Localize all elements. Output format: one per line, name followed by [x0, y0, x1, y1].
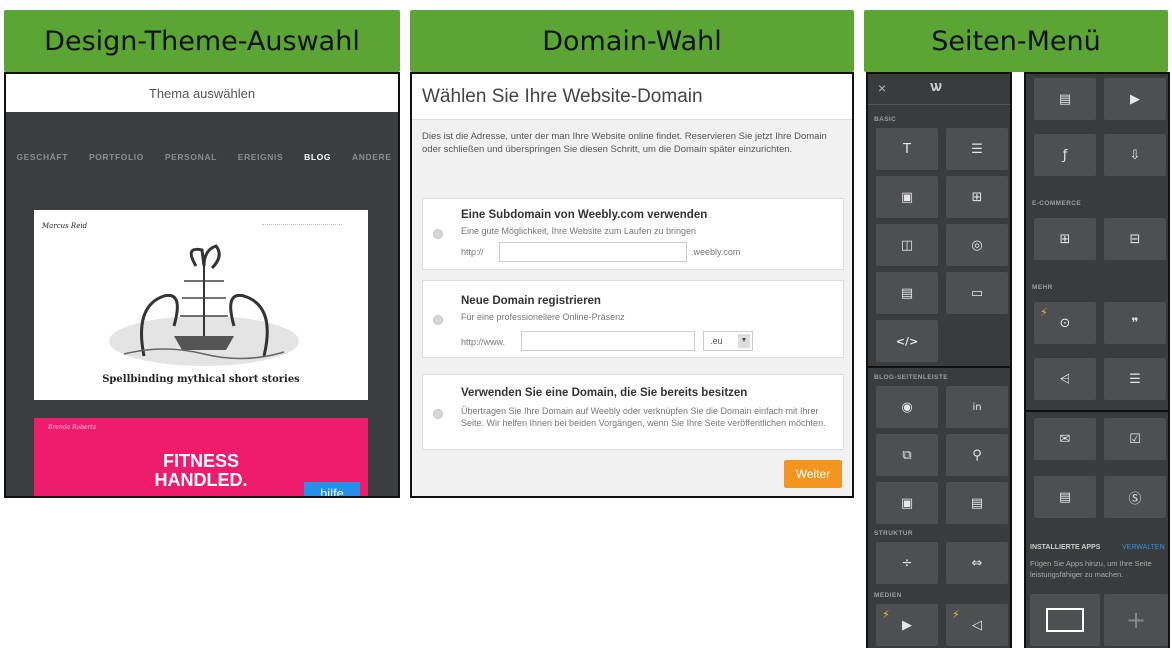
sidebar-basic: × ѡ BASIC T ☰ ▣ ⊞ ◫ ◎ ▤ ▭ </> [866, 72, 1012, 370]
add-app-button[interactable]: + [1104, 594, 1168, 646]
theme-card-mythical[interactable]: Marcus Reid Spellbinding mythical short … [34, 210, 368, 400]
badge-element-icon[interactable]: ⚲ [946, 434, 1008, 476]
divider [868, 104, 1010, 105]
domain-intro-text: Dies ist die Adresse, unter der man Ihre… [422, 131, 827, 155]
document-element-icon[interactable]: ▤ [1034, 78, 1096, 120]
theme-card-nav [262, 224, 342, 226]
close-icon[interactable]: × [878, 80, 886, 96]
section-structure-label: STRUKTUR [874, 530, 913, 537]
theme-card-caption: Spellbinding mythical short stories [102, 374, 300, 385]
categories-element-icon[interactable]: ▣ [876, 482, 938, 524]
page-menu-header: Seiten-Menü [864, 10, 1168, 72]
app-placeholder-icon [1046, 608, 1084, 632]
register-subtitle: Für eine professionellere Online-Präsenz [461, 312, 625, 322]
sidebar-apps: ✉ ☑ ▤ Ⓢ INSTALLIERTE APPS VERWALTEN Füge… [1024, 410, 1170, 648]
quote-element-icon[interactable]: ❞ [1104, 302, 1166, 344]
tab-category-business[interactable]: GESCHÄFT [16, 152, 68, 162]
file-element-icon[interactable]: ⇩ [1104, 134, 1166, 176]
section-ecommerce-label: E-COMMERCE [1032, 200, 1082, 207]
store-element-icon[interactable]: ⊟ [1104, 218, 1166, 260]
image-element-icon[interactable]: ▣ [876, 176, 938, 218]
button-element-icon[interactable]: ▭ [946, 272, 1008, 314]
product-element-icon[interactable]: ⊞ [1034, 218, 1096, 260]
chevron-down-icon: ▼ [738, 334, 750, 348]
theme-selection-panel: Thema auswählen GESCHÄFT PORTFOLIO PERSO… [4, 72, 400, 498]
existing-title: Verwenden Sie eine Domain, die Sie berei… [461, 387, 748, 399]
code-element-icon[interactable]: </> [876, 320, 938, 362]
contact-element-icon[interactable]: ▤ [1034, 476, 1096, 518]
tld-select[interactable]: .eu ▼ [703, 331, 753, 351]
video-element-icon[interactable]: ⚡ ▶ [876, 604, 938, 646]
domain-title: Wählen Sie Ihre Website-Domain [412, 74, 852, 120]
social-element-icon[interactable]: ⩤ [1034, 358, 1096, 400]
option-subdomain[interactable]: Eine Subdomain von Weebly.com verwenden … [422, 198, 844, 270]
section-basic-label: BASIC [874, 116, 897, 123]
flickr-element-icon[interactable]: ◉ [876, 386, 938, 428]
tab-category-event[interactable]: EREIGNIS [238, 152, 283, 162]
email-element-icon[interactable]: ✉ [1034, 418, 1096, 460]
gallery-element-icon[interactable]: ⊞ [946, 176, 1008, 218]
theme-card2-author: Brenda Roberts [48, 424, 96, 431]
manage-apps-link[interactable]: VERWALTEN [1122, 544, 1165, 551]
tab-category-other[interactable]: ANDERE [352, 152, 392, 162]
apps-help-text: Fügen Sie Apps hinzu, um Ihre Seite leis… [1030, 559, 1152, 579]
search-element-icon[interactable]: ⚡ ⊙ [1034, 302, 1096, 344]
tab-category-blog[interactable]: BLOG [304, 152, 331, 162]
flash-element-icon[interactable]: ƒ [1034, 134, 1096, 176]
subdomain-title: Eine Subdomain von Weebly.com verwenden [461, 209, 708, 221]
register-title: Neue Domain registrieren [461, 295, 601, 307]
section-media-label: MEDIEN [874, 592, 902, 599]
existing-subtitle: Übertragen Sie Ihre Domain auf Weebly od… [461, 406, 826, 428]
theme-card-fitness[interactable]: Brenda Roberts FITNESS HANDLED. hilfe [34, 418, 368, 496]
spacer-element-icon[interactable]: ⇔ [946, 542, 1008, 584]
subdomain-subtitle: Eine gute Möglichkeit, Ihre Website zum … [461, 226, 696, 236]
installed-app-tile[interactable] [1030, 594, 1100, 646]
register-prefix: http://www. [461, 337, 506, 347]
weebly-logo-icon: ѡ [930, 78, 942, 95]
archive-element-icon[interactable]: ⧉ [876, 434, 938, 476]
domain-header: Domain-Wahl [410, 10, 854, 72]
register-domain-input[interactable] [521, 331, 695, 351]
theme-category-tabs: GESCHÄFT PORTFOLIO PERSONAL EREIGNIS BLO… [6, 152, 398, 162]
section-more-label: MEHR [1032, 284, 1053, 291]
tab-category-portfolio[interactable]: PORTFOLIO [89, 152, 144, 162]
domain-selection-panel: Wählen Sie Ihre Website-Domain Dies ist … [410, 72, 854, 498]
option-existing-domain[interactable]: Verwenden Sie eine Domain, die Sie berei… [422, 374, 844, 450]
existing-radio[interactable] [433, 409, 443, 419]
theme-card-author: Marcus Reid [42, 222, 88, 230]
slideshow-element-icon[interactable]: ◫ [876, 224, 938, 266]
form-element-icon[interactable]: ☰ [1104, 358, 1166, 400]
octopus-ship-illustration [109, 244, 299, 366]
subdomain-input[interactable] [499, 242, 687, 262]
lightning-icon: ⚡ [882, 608, 890, 621]
option-register-domain[interactable]: Neue Domain registrieren Für eine profes… [422, 280, 844, 358]
lightning-icon: ⚡ [1040, 306, 1048, 319]
section-blog-label: BLOG-SEITENLEISTE [874, 374, 948, 381]
youtube-element-icon[interactable]: ▶ [1104, 78, 1166, 120]
text-element-icon[interactable]: ☰ [946, 128, 1008, 170]
divider-element-icon[interactable]: ÷ [876, 542, 938, 584]
subdomain-radio[interactable] [433, 229, 443, 239]
linkedin-element-icon[interactable]: in [946, 386, 1008, 428]
posts-element-icon[interactable]: ▤ [946, 482, 1008, 524]
register-radio[interactable] [433, 315, 443, 325]
rss-element-icon[interactable]: Ⓢ [1104, 476, 1166, 518]
sidebar-more: ▤ ▶ ƒ ⇩ E-COMMERCE ⊞ ⊟ MEHR ⚡ ⊙ ❞ ⩤ ☰ [1024, 72, 1170, 414]
map-element-icon[interactable]: ◎ [946, 224, 1008, 266]
subdomain-prefix: http:// [461, 247, 484, 257]
lightning-icon: ⚡ [952, 608, 960, 621]
sidebar-blog: BLOG-SEITENLEISTE ◉ in ⧉ ⚲ ▣ ▤ STRUKTUR … [866, 366, 1012, 648]
continue-button[interactable]: Weiter [784, 460, 842, 488]
tab-category-personal[interactable]: PERSONAL [165, 152, 217, 162]
survey-element-icon[interactable]: ☑ [1104, 418, 1166, 460]
subdomain-suffix: .weebly.com [691, 247, 741, 257]
audio-element-icon[interactable]: ⚡ ◁ [946, 604, 1008, 646]
theme-topbar: Thema auswählen [6, 74, 398, 112]
design-theme-header: Design-Theme-Auswahl [4, 10, 400, 72]
title-element-icon[interactable]: T [876, 128, 938, 170]
help-button[interactable]: hilfe [304, 482, 360, 496]
section-apps-label: INSTALLIERTE APPS [1030, 544, 1101, 551]
image-text-element-icon[interactable]: ▤ [876, 272, 938, 314]
